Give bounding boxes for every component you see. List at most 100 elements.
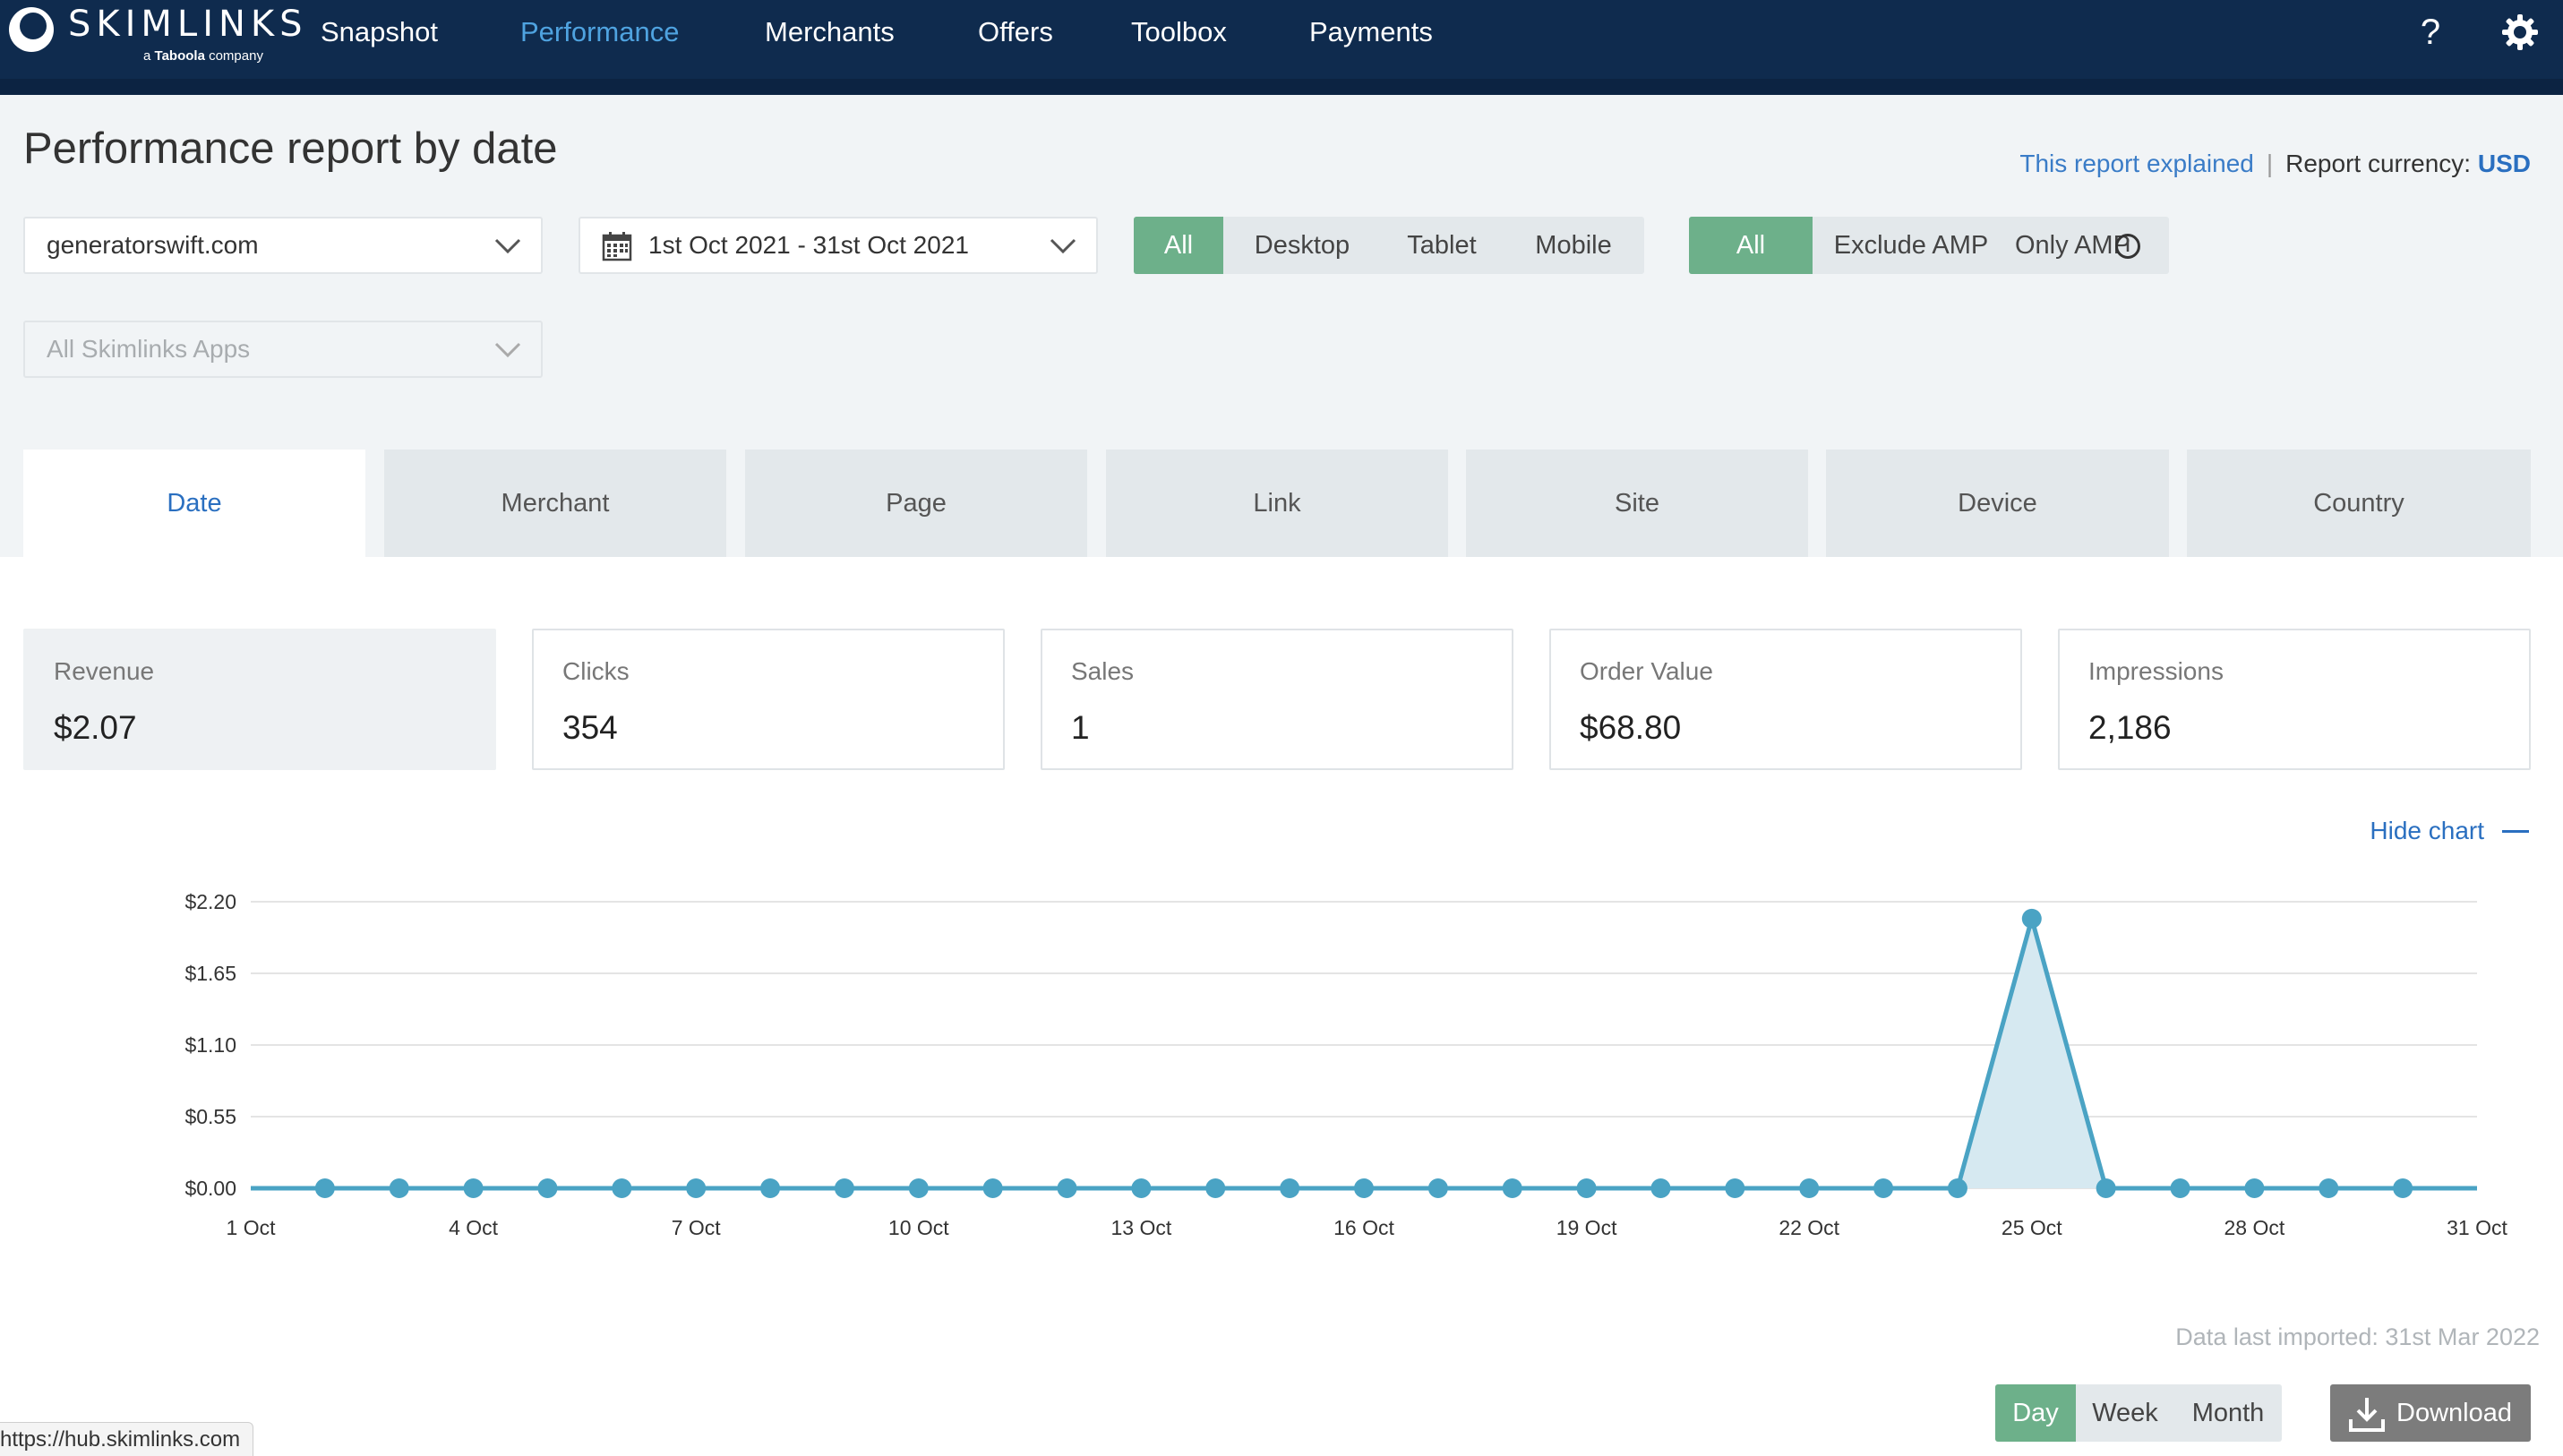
- data-point[interactable]: [1799, 1178, 1820, 1198]
- data-point[interactable]: [389, 1178, 409, 1198]
- data-point[interactable]: [2319, 1178, 2339, 1198]
- data-point[interactable]: [2096, 1178, 2116, 1198]
- logo-tagline: a Taboola company: [143, 48, 263, 64]
- data-point[interactable]: [537, 1178, 558, 1198]
- metric-card-impressions[interactable]: Impressions 2,186: [2058, 629, 2531, 770]
- granularity-week-button[interactable]: Week: [2076, 1384, 2174, 1442]
- revenue-chart: $0.00 $0.55 $1.10 $1.65 $2.20 1 Oct 4 Oct 7 Oc…: [184, 890, 2508, 1239]
- amp-exclude-button[interactable]: Exclude AMP: [1813, 217, 2010, 274]
- nav-snapshot[interactable]: Snapshot: [321, 16, 438, 48]
- tab-date[interactable]: Date: [23, 450, 365, 557]
- nav-performance[interactable]: Performance: [520, 16, 679, 48]
- data-point[interactable]: [760, 1178, 781, 1198]
- download-button[interactable]: Download: [2330, 1384, 2531, 1442]
- gear-icon[interactable]: [2500, 13, 2540, 61]
- metric-value: 2,186: [2088, 709, 2172, 746]
- data-point[interactable]: [1873, 1178, 1894, 1198]
- series-line: [251, 910, 2477, 1191]
- metric-value: $2.07: [54, 709, 137, 746]
- amp-all-button[interactable]: All: [1689, 217, 1813, 274]
- nav-merchants[interactable]: Merchants: [765, 16, 895, 48]
- metric-label: Revenue: [54, 657, 155, 685]
- device-mobile-button[interactable]: Mobile: [1503, 217, 1644, 274]
- data-point[interactable]: [2244, 1178, 2265, 1198]
- metric-card-order-value[interactable]: Order Value $68.80: [1549, 629, 2022, 770]
- data-point[interactable]: [1354, 1178, 1374, 1198]
- site-select[interactable]: generatorswift.com: [23, 217, 543, 274]
- date-range-select[interactable]: 1st Oct 2021 - 31st Oct 2021: [579, 217, 1098, 274]
- metric-card-clicks[interactable]: Clicks 354: [532, 629, 1005, 770]
- granularity-month-button[interactable]: Month: [2174, 1384, 2282, 1442]
- data-point[interactable]: [834, 1178, 854, 1198]
- x-tick-label: 13 Oct: [1111, 1216, 1172, 1239]
- data-point[interactable]: [1576, 1178, 1597, 1198]
- logo-wordmark: SKIMLINKS: [68, 4, 308, 45]
- calendar-icon: [602, 232, 632, 261]
- data-point[interactable]: [686, 1178, 707, 1198]
- x-tick-label: 28 Oct: [2224, 1216, 2285, 1239]
- x-tick-label: 19 Oct: [1556, 1216, 1617, 1239]
- apps-select[interactable]: All Skimlinks Apps: [23, 321, 543, 378]
- download-icon: [2349, 1398, 2385, 1432]
- data-imported-note: Data last imported: 31st Mar 2022: [2175, 1323, 2540, 1350]
- x-axis-labels: 1 Oct 4 Oct 7 Oct 10 Oct 13 Oct 16 Oct 19 Oct 2…: [227, 1216, 2508, 1239]
- device-desktop-button[interactable]: Desktop: [1223, 217, 1381, 274]
- data-point[interactable]: [2021, 908, 2042, 929]
- metric-value: 354: [562, 709, 618, 746]
- tab-merchant[interactable]: Merchant: [384, 450, 726, 557]
- date-range-value: 1st Oct 2021 - 31st Oct 2021: [648, 231, 969, 259]
- amp-info[interactable]: i: [2106, 217, 2169, 274]
- data-point[interactable]: [1650, 1178, 1671, 1198]
- data-point[interactable]: [1131, 1178, 1152, 1198]
- y-axis-labels: $0.00 $0.55 $1.10 $1.65 $2.20: [184, 890, 236, 1200]
- tab-link[interactable]: Link: [1106, 450, 1448, 557]
- nav-toolbox[interactable]: Toolbox: [1131, 16, 1227, 48]
- chevron-down-icon: [494, 342, 521, 358]
- data-point[interactable]: [982, 1178, 1003, 1198]
- tab-site[interactable]: Site: [1466, 450, 1808, 557]
- site-select-value: generatorswift.com: [47, 231, 259, 259]
- data-point[interactable]: [1057, 1178, 1077, 1198]
- data-point[interactable]: [1502, 1178, 1522, 1198]
- report-explained-link[interactable]: This report explained: [2019, 150, 2253, 177]
- metric-value: $68.80: [1580, 709, 1682, 746]
- data-point[interactable]: [1427, 1178, 1448, 1198]
- currency-value-link[interactable]: USD: [2478, 150, 2531, 177]
- x-tick-label: 22 Oct: [1779, 1216, 1839, 1239]
- tab-device[interactable]: Device: [1826, 450, 2169, 557]
- amp-only-button[interactable]: Only AMP: [2010, 217, 2130, 274]
- status-bar-url: https://hub.skimlinks.com: [0, 1422, 254, 1456]
- device-tablet-button[interactable]: Tablet: [1381, 217, 1503, 274]
- divider: |: [2266, 150, 2274, 177]
- granularity-day-button[interactable]: Day: [1995, 1384, 2076, 1442]
- data-point[interactable]: [463, 1178, 484, 1198]
- data-point[interactable]: [1205, 1178, 1226, 1198]
- chevron-down-icon: [494, 238, 521, 254]
- y-tick-label: $2.20: [184, 890, 236, 913]
- info-icon: i: [2115, 234, 2140, 260]
- logo-mark-icon: [9, 7, 54, 52]
- data-point[interactable]: [314, 1178, 335, 1198]
- skimlinks-logo[interactable]: SKIMLINKS a Taboola company: [9, 4, 303, 66]
- data-point[interactable]: [1280, 1178, 1300, 1198]
- device-all-button[interactable]: All: [1134, 217, 1223, 274]
- tab-country[interactable]: Country: [2187, 450, 2531, 557]
- x-tick-label: 4 Oct: [449, 1216, 499, 1239]
- nav-offers[interactable]: Offers: [978, 16, 1053, 48]
- data-point[interactable]: [908, 1178, 929, 1198]
- data-point[interactable]: [612, 1178, 632, 1198]
- x-tick-label: 31 Oct: [2447, 1216, 2507, 1239]
- metric-card-sales[interactable]: Sales 1: [1041, 629, 1513, 770]
- nav-payments[interactable]: Payments: [1309, 16, 1433, 48]
- data-point[interactable]: [1947, 1178, 1967, 1198]
- metric-card-revenue[interactable]: Revenue $2.07: [23, 629, 496, 770]
- tab-page[interactable]: Page: [745, 450, 1087, 557]
- data-point[interactable]: [2170, 1178, 2190, 1198]
- y-tick-label: $1.10: [184, 1033, 236, 1057]
- y-tick-label: $0.55: [184, 1105, 236, 1128]
- minus-icon[interactable]: [2502, 830, 2529, 833]
- help-icon[interactable]: ?: [2411, 13, 2450, 53]
- hide-chart-link[interactable]: Hide chart: [2370, 817, 2484, 845]
- data-point[interactable]: [1725, 1178, 1745, 1198]
- data-point[interactable]: [2393, 1178, 2413, 1198]
